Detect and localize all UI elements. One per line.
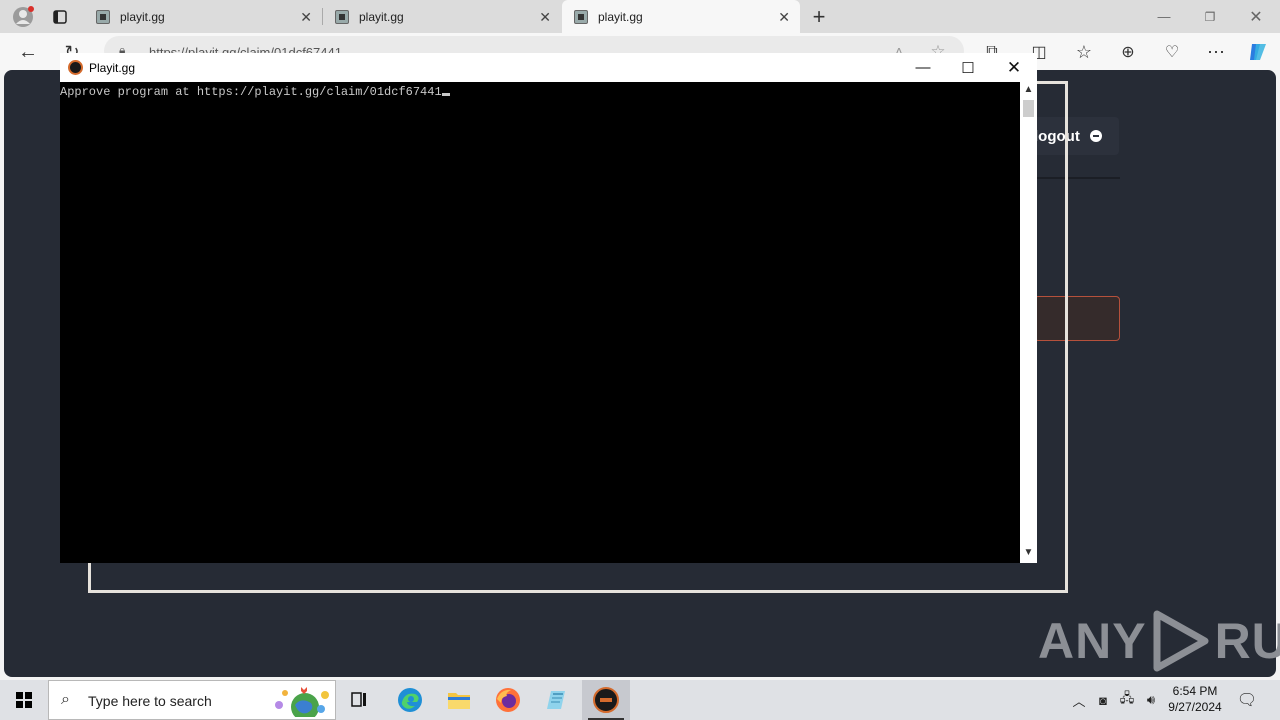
console-close-button[interactable]: ✕ bbox=[991, 53, 1037, 82]
close-browser-button[interactable]: ✕ bbox=[1236, 0, 1276, 33]
restore-icon: ❐ bbox=[1204, 9, 1216, 24]
console-output[interactable]: Approve program at https://playit.gg/cla… bbox=[60, 82, 1020, 563]
taskbar-file-explorer[interactable] bbox=[435, 680, 483, 720]
tray-app-icon: ◙ bbox=[1099, 692, 1107, 708]
playit-favicon-icon bbox=[335, 9, 349, 24]
playit-app-icon bbox=[68, 60, 83, 75]
scroll-up-arrow-icon[interactable]: ▲ bbox=[1020, 84, 1037, 98]
copilot-icon bbox=[1250, 44, 1266, 60]
browser-tab-2[interactable]: playit.gg ✕ bbox=[323, 0, 561, 33]
new-tab-button[interactable]: + bbox=[806, 0, 832, 33]
taskbar-playit[interactable] bbox=[582, 680, 630, 720]
search-placeholder: Type here to search bbox=[88, 693, 212, 709]
clock-date: 9/27/2024 bbox=[1168, 700, 1222, 714]
close-tab-icon[interactable]: ✕ bbox=[778, 9, 790, 26]
more-dots-icon: ⋯ bbox=[1207, 41, 1225, 62]
console-titlebar[interactable]: Playit.gg — ☐ ✕ bbox=[60, 53, 1037, 82]
console-window[interactable]: Playit.gg — ☐ ✕ Approve program at https… bbox=[60, 53, 1037, 563]
network-icon: 🖧︎ bbox=[1119, 690, 1135, 705]
browser-tab-3-active[interactable]: playit.gg ✕ bbox=[562, 0, 800, 33]
tab-actions-button[interactable] bbox=[48, 0, 72, 33]
browser-tab-1[interactable]: playit.gg ✕ bbox=[84, 0, 322, 33]
search-highlight-icon bbox=[275, 687, 329, 717]
tab-actions-icon bbox=[53, 9, 67, 24]
watermark-right: RUN bbox=[1214, 613, 1280, 669]
playit-app-icon bbox=[593, 687, 619, 713]
favorites-icon: ☆ bbox=[1075, 41, 1093, 62]
close-icon: ✕ bbox=[1006, 57, 1022, 77]
scroll-thumb[interactable] bbox=[1023, 100, 1034, 117]
scroll-down-arrow-icon[interactable]: ▼ bbox=[1020, 547, 1037, 561]
windows-taskbar: ⌕ Type here to search ︿ ◙ 🖧︎ 🔊︎ 6:54 PM … bbox=[0, 680, 1280, 720]
favorites-button[interactable]: ☆ bbox=[1072, 40, 1096, 64]
windows-logo-icon bbox=[16, 692, 32, 708]
search-icon: ⌕ bbox=[61, 691, 70, 708]
folder-icon bbox=[448, 693, 470, 709]
restore-browser-button[interactable]: ❐ bbox=[1190, 0, 1230, 33]
taskbar-edge[interactable] bbox=[386, 680, 434, 720]
speaker-icon: 🔊︎ bbox=[1146, 692, 1156, 707]
minimize-icon: — bbox=[1157, 9, 1171, 24]
notifications-button[interactable]: 🗨︎ bbox=[1236, 690, 1258, 710]
console-text: Approve program at https://playit.gg/cla… bbox=[60, 85, 442, 99]
console-scrollbar[interactable]: ▲ ▼ bbox=[1020, 82, 1037, 563]
tab-title: playit.gg bbox=[120, 9, 165, 24]
firefox-icon bbox=[496, 688, 520, 712]
profile-button[interactable] bbox=[8, 0, 38, 33]
notification-icon: 🗨︎ bbox=[1236, 692, 1258, 709]
collections-icon: ⊕ bbox=[1121, 44, 1135, 61]
console-title: Playit.gg bbox=[89, 61, 136, 75]
console-maximize-button[interactable]: ☐ bbox=[945, 53, 991, 82]
playit-favicon-icon bbox=[574, 9, 588, 24]
task-view-icon bbox=[351, 692, 366, 707]
back-button[interactable]: ← bbox=[16, 40, 40, 64]
taskbar-firefox[interactable] bbox=[484, 680, 532, 720]
tab-title: playit.gg bbox=[598, 9, 643, 24]
browser-tab-bar: playit.gg ✕ playit.gg ✕ playit.gg ✕ + — … bbox=[0, 0, 1280, 33]
console-minimize-button[interactable]: — bbox=[900, 53, 946, 82]
minimize-icon: — bbox=[915, 59, 931, 76]
console-line: Approve program at https://playit.gg/cla… bbox=[60, 85, 450, 99]
edge-icon bbox=[398, 688, 422, 712]
task-view-button[interactable] bbox=[336, 680, 384, 720]
collections-button[interactable]: ⊕ bbox=[1116, 40, 1140, 64]
close-tab-icon[interactable]: ✕ bbox=[539, 9, 551, 26]
copilot-button[interactable] bbox=[1246, 40, 1270, 64]
show-hidden-icons-button[interactable]: ︿ bbox=[1070, 690, 1088, 710]
playit-favicon-icon bbox=[96, 9, 110, 24]
tab-title: playit.gg bbox=[359, 9, 404, 24]
notepad-icon bbox=[547, 691, 565, 709]
plus-icon: + bbox=[812, 3, 826, 29]
taskbar-notepad[interactable] bbox=[533, 680, 581, 720]
close-icon: ✕ bbox=[1249, 8, 1263, 26]
taskbar-search-box[interactable]: ⌕ Type here to search bbox=[48, 680, 336, 720]
maximize-icon: ☐ bbox=[961, 59, 975, 77]
logout-icon bbox=[1089, 130, 1102, 142]
close-tab-icon[interactable]: ✕ bbox=[300, 9, 312, 26]
anyrun-watermark: ANY RUN bbox=[1038, 606, 1280, 676]
taskbar-clock[interactable]: 6:54 PM 9/27/2024 bbox=[1162, 683, 1228, 715]
minimize-browser-button[interactable]: — bbox=[1144, 0, 1184, 33]
volume-button[interactable]: 🔊︎ bbox=[1142, 690, 1160, 710]
watermark-left: ANY bbox=[1038, 613, 1147, 669]
heart-pulse-icon: ♡ bbox=[1164, 44, 1180, 61]
start-button[interactable] bbox=[0, 680, 48, 720]
text-cursor bbox=[441, 93, 450, 96]
clock-time: 6:54 PM bbox=[1172, 684, 1218, 698]
profile-icon bbox=[13, 5, 34, 27]
play-logo-icon bbox=[1153, 610, 1209, 672]
back-arrow-icon: ← bbox=[18, 40, 38, 63]
browser-essentials-button[interactable]: ♡ bbox=[1160, 40, 1184, 64]
network-button[interactable]: 🖧︎ bbox=[1118, 690, 1136, 710]
chevron-up-icon: ︿ bbox=[1072, 693, 1086, 709]
more-menu-button[interactable]: ⋯ bbox=[1204, 40, 1228, 64]
tray-app-button[interactable]: ◙ bbox=[1094, 690, 1112, 710]
